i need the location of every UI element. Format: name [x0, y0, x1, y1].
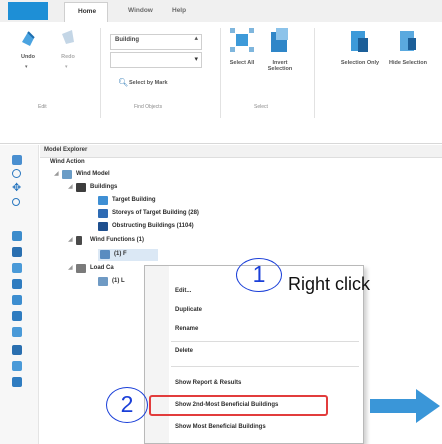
- tree-item-storeys[interactable]: Storeys of Target Building (28): [112, 210, 199, 216]
- group-label-edit: Edit: [38, 104, 47, 110]
- find-object-combo[interactable]: Building ▴: [110, 34, 202, 50]
- step-1-label: Right click: [288, 274, 371, 294]
- view-back-icon[interactable]: [12, 263, 22, 273]
- hide-selection-icon: [400, 31, 416, 51]
- menu-item-show-most-beneficial[interactable]: Show Most Beneficial Buildings: [175, 424, 266, 430]
- step-2-marker: 2: [106, 387, 148, 423]
- view-perspective-icon[interactable]: [12, 377, 22, 387]
- group-separator: [100, 28, 101, 118]
- find-next-icon: ▾: [194, 56, 198, 63]
- undo-icon: [22, 31, 35, 46]
- redo-icon: [62, 30, 74, 44]
- hide-selection-label: Hide Selection: [389, 60, 427, 66]
- view-iso-alt-icon[interactable]: [12, 361, 22, 371]
- arrow-right-icon: [370, 389, 440, 423]
- tree-item-buildings[interactable]: Buildings: [90, 184, 117, 190]
- tree-root[interactable]: Wind Action: [50, 159, 85, 165]
- view-bottom-icon[interactable]: [12, 327, 22, 337]
- buildings-icon: [76, 183, 86, 192]
- chevron-down-icon: ▾: [25, 64, 28, 70]
- explorer-title: Model Explorer: [44, 147, 88, 153]
- tree-item-load-case[interactable]: (1) L: [112, 278, 125, 284]
- target-building-icon: [98, 196, 108, 205]
- chevron-down-icon: ▾: [65, 64, 68, 70]
- collapse-icon[interactable]: ◢: [68, 264, 73, 271]
- collapse-icon[interactable]: ◢: [68, 236, 73, 243]
- collapse-icon[interactable]: ◢: [54, 170, 59, 177]
- invert-selection-button[interactable]: Invert Selection: [262, 26, 298, 96]
- view-icon[interactable]: [12, 231, 22, 241]
- select-all-icon: [230, 28, 254, 52]
- context-menu-gutter: [145, 266, 169, 443]
- tab-help[interactable]: Help: [172, 7, 186, 14]
- tree-item-load-cases[interactable]: Load Ca: [90, 265, 114, 271]
- step-1-marker: 1: [236, 258, 282, 292]
- select-all-button[interactable]: Select All: [224, 26, 260, 96]
- wind-function-icon: [100, 250, 110, 259]
- invert-selection-label: Invert Selection: [267, 60, 293, 72]
- menu-item-show-report[interactable]: Show Report & Results: [175, 380, 241, 386]
- chevron-down-icon: ▴: [194, 35, 198, 42]
- menu-separator: [171, 366, 359, 367]
- select-by-mark-label: Select by Mark: [129, 80, 168, 86]
- view-left-icon[interactable]: [12, 279, 22, 289]
- ribbon-tab-bar: Home Window Help: [0, 0, 442, 22]
- wind-functions-icon: [76, 236, 82, 245]
- find-object-input[interactable]: ▾: [110, 52, 202, 68]
- tab-file[interactable]: [8, 2, 48, 20]
- hide-selection-button[interactable]: Hide Selection: [388, 26, 428, 96]
- zoom-icon[interactable]: [12, 198, 20, 206]
- view-right-icon[interactable]: [12, 295, 22, 305]
- menu-item-duplicate[interactable]: Duplicate: [175, 307, 202, 313]
- select-by-mark-button[interactable]: 🔍︎ Select by Mark: [118, 78, 208, 90]
- view-front-icon[interactable]: [12, 247, 22, 257]
- selection-only-label: Selection Only: [340, 60, 380, 66]
- menu-item-delete[interactable]: Delete: [175, 348, 193, 354]
- menu-item-edit[interactable]: Edit...: [175, 288, 191, 294]
- collapse-icon[interactable]: ◢: [68, 183, 73, 190]
- undo-label: Undo: [20, 54, 36, 60]
- invert-selection-icon: [271, 28, 288, 52]
- group-label-find: Find Objects: [134, 104, 163, 110]
- undo-button[interactable]: Undo ▾: [10, 28, 46, 88]
- menu-separator: [171, 341, 359, 342]
- tab-home[interactable]: Home: [64, 2, 108, 22]
- load-case-icon: [98, 277, 108, 286]
- pointer-icon[interactable]: [12, 155, 22, 165]
- tree-item-target-building[interactable]: Target Building: [112, 197, 156, 203]
- tree-item-wind-function[interactable]: (1) F: [114, 251, 127, 257]
- tree-item-obstructing-buildings[interactable]: Obstructing Buildings (1104): [112, 223, 194, 229]
- selection-only-icon: [351, 31, 368, 52]
- group-label-select: Select: [254, 104, 268, 110]
- tab-window[interactable]: Window: [128, 7, 153, 14]
- obstructing-buildings-icon: [98, 222, 108, 231]
- pan-icon[interactable]: ✥: [12, 183, 22, 194]
- select-all-label: Select All: [229, 60, 255, 66]
- find-object-combo-value: Building: [115, 37, 139, 43]
- menu-item-rename[interactable]: Rename: [175, 326, 198, 332]
- view-top-icon[interactable]: [12, 311, 22, 321]
- highlight-box: [149, 395, 328, 416]
- tab-home-label: Home: [78, 8, 97, 15]
- wind-model-icon: [62, 170, 72, 179]
- redo-label: Redo: [61, 54, 75, 60]
- load-cases-icon: [76, 264, 86, 273]
- redo-button[interactable]: Redo ▾: [50, 28, 86, 88]
- tree-item-wind-functions[interactable]: Wind Functions (1): [90, 237, 144, 243]
- storeys-icon: [98, 209, 108, 218]
- view-iso-icon[interactable]: [12, 345, 22, 355]
- ribbon: Undo ▾ Redo ▾ Edit Building ▴ ▾ 🔍︎ Selec…: [0, 22, 442, 144]
- rotate-icon[interactable]: [12, 169, 21, 178]
- group-separator: [220, 28, 221, 118]
- tree-item-wind-model[interactable]: Wind Model: [76, 171, 110, 177]
- left-toolbar: ✥: [0, 145, 39, 444]
- group-separator: [314, 28, 315, 118]
- selection-only-button[interactable]: Selection Only: [340, 26, 380, 96]
- search-icon: 🔍︎: [118, 78, 129, 87]
